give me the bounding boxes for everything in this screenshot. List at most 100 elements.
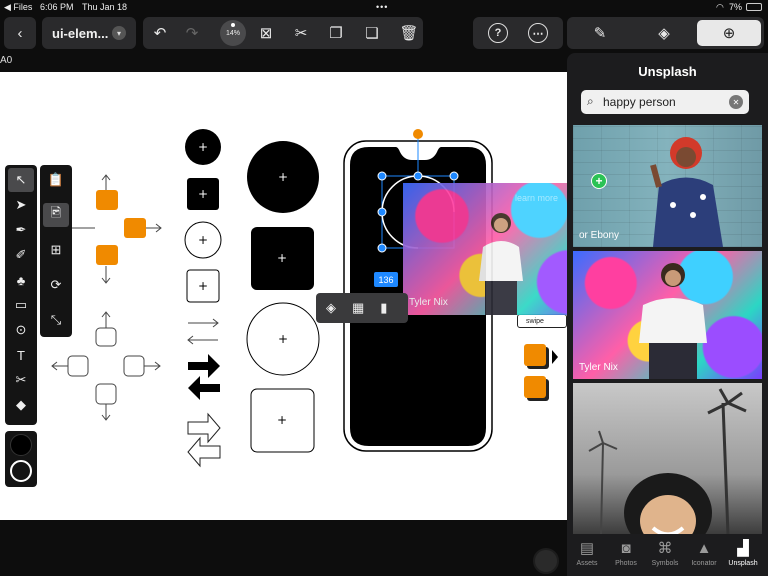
assets-icon: ▤ xyxy=(579,540,595,557)
pencil-tool-icon[interactable]: ✐ xyxy=(8,243,34,267)
dragged-photo-preview[interactable]: learn more Tyler Nix xyxy=(403,183,575,315)
more-button[interactable]: ⋯ xyxy=(523,17,553,49)
rectangle-tool-icon[interactable]: ▭ xyxy=(8,293,34,317)
artboard-label: A0 xyxy=(0,55,13,66)
document-menu[interactable]: ui-elem... ▾ xyxy=(42,17,136,49)
panel-bottom-tabs: ▤ Assets ◙ Photos ⌘ Symbols ▲ Iconator ▟… xyxy=(567,534,768,576)
svg-text:+: + xyxy=(277,251,287,265)
chevron-down-icon[interactable]: ▾ xyxy=(112,26,126,40)
transparency-icon[interactable]: ▦ xyxy=(352,300,364,316)
paste-image-icon[interactable]: 🖻 xyxy=(43,203,69,227)
result-photo-3[interactable] xyxy=(573,383,762,535)
tab-iconator[interactable]: ▲ Iconator xyxy=(685,538,723,574)
search-box: ⌕ ✕ xyxy=(581,90,749,114)
edit-toolbar: ↶ ↷ 14% ⊠ ✂ ❐ ❏ 🗑 xyxy=(143,17,423,49)
fill-color-swatch[interactable] xyxy=(10,434,32,456)
multitask-dots-icon[interactable]: ••• xyxy=(376,2,388,12)
person-figure-icon xyxy=(639,263,707,379)
black-arrow-right xyxy=(188,354,220,378)
camera-icon: ◙ xyxy=(621,540,631,557)
direct-select-tool-icon[interactable]: ➤ xyxy=(8,193,34,217)
photo-credit: Tyler Nix xyxy=(579,362,618,373)
back-button[interactable]: ‹ xyxy=(4,17,36,49)
svg-text:+: + xyxy=(277,413,287,427)
swap-arrows xyxy=(187,318,219,345)
unsplash-panel: Unsplash ⌕ ✕ or Ebony + Tyler Nix xyxy=(567,53,768,576)
copy-icon[interactable]: ❐ xyxy=(321,17,351,49)
tab-unsplash[interactable]: ▟ Unsplash xyxy=(724,538,762,574)
tab-symbols[interactable]: ⌘ Symbols xyxy=(646,538,684,574)
chevron-left-icon: ‹ xyxy=(17,24,23,42)
status-time: 6:06 PM xyxy=(40,2,74,12)
layers-tab-icon[interactable]: ◈ xyxy=(649,17,679,49)
status-date: Thu Jan 18 xyxy=(82,2,128,12)
home-button[interactable] xyxy=(533,548,559,574)
svg-text:+: + xyxy=(198,140,208,154)
help-button[interactable]: ? xyxy=(483,17,513,49)
unsplash-icon: ▟ xyxy=(737,540,749,557)
lasso-tool-icon[interactable]: ⊙ xyxy=(8,318,34,342)
svg-text:+: + xyxy=(198,187,208,201)
document-name: ui-elem... xyxy=(52,26,109,41)
result-photo-2[interactable]: Tyler Nix xyxy=(573,251,762,379)
smiling-woman-figure xyxy=(588,388,747,535)
select-tool-icon[interactable]: ↖ xyxy=(8,168,34,192)
top-toolbar: ‹ ui-elem... ▾ ↶ ↷ 14% ⊠ ✂ ❐ ❏ 🗑 ? ⋯ ✎ ◈… xyxy=(0,14,768,52)
tool-palette: ↖ ➤ ✒ ✐ ♣ ▭ ⊙ T ✂ ◆ xyxy=(5,165,37,425)
person-figure-icon xyxy=(479,213,523,315)
pen-tool-icon[interactable]: ✒ xyxy=(8,218,34,242)
help-more-group: ? ⋯ xyxy=(473,17,563,49)
resize-icon[interactable]: ⤡ xyxy=(43,308,69,332)
zoom-control[interactable]: 14% xyxy=(215,17,246,49)
small-shapes-column: + + + + xyxy=(184,129,222,303)
panel-title: Unsplash xyxy=(638,64,697,79)
image-transform-icon[interactable]: ⊞ xyxy=(43,238,69,262)
battery-percent: 7% xyxy=(729,2,743,12)
dimension-badge: 136 xyxy=(374,272,398,287)
text-tool-icon[interactable]: T xyxy=(8,343,34,367)
photo-credit: or Ebony xyxy=(579,230,620,241)
outline-arrow-right xyxy=(187,412,221,444)
select-box-icon[interactable]: ⊠ xyxy=(251,17,281,49)
right-panel-tabs: ✎ ◈ ⊕ xyxy=(567,17,764,49)
search-icon: ⌕ xyxy=(587,94,594,108)
add-tab-plus-icon[interactable]: ⊕ xyxy=(697,20,761,46)
clipboard-icon[interactable]: 📋 xyxy=(43,168,69,192)
undo-button[interactable]: ↶ xyxy=(145,17,175,49)
svg-text:+: + xyxy=(278,332,288,346)
battery-icon xyxy=(746,3,762,11)
paste-icon[interactable]: ❏ xyxy=(357,17,387,49)
rocket-icon: ▲ xyxy=(696,540,712,557)
layers-icon[interactable]: ◈ xyxy=(326,300,336,316)
status-bar: ◀ Files 6:06 PM Thu Jan 18 ••• ◠ 7% xyxy=(0,0,768,14)
tab-assets[interactable]: ▤ Assets xyxy=(568,538,606,574)
brush-tool-icon[interactable]: ♣ xyxy=(8,268,34,292)
stroke-color-swatch[interactable] xyxy=(10,460,32,482)
redo-button[interactable]: ↷ xyxy=(177,17,207,49)
more-dots-icon: ⋯ xyxy=(528,23,548,43)
photo-credit: Tyler Nix xyxy=(409,297,448,308)
wifi-icon: ◠ xyxy=(716,2,724,12)
style-tab-brush-icon[interactable]: ✎ xyxy=(585,17,615,49)
large-shapes-column: + + + + xyxy=(246,141,320,453)
design-canvas[interactable]: + + + + + + + + 136 swipe learn more Tyl… xyxy=(0,72,575,520)
svg-text:+: + xyxy=(198,279,208,293)
context-menu: ◈ ▦ ▮ xyxy=(316,293,408,323)
eraser-tool-icon[interactable]: ◆ xyxy=(8,393,34,417)
outline-arrow-left xyxy=(187,436,221,468)
back-to-files-link[interactable]: ◀ Files xyxy=(4,2,32,13)
color-swatches xyxy=(5,431,37,487)
scissors-tool-icon[interactable]: ✂ xyxy=(8,368,34,392)
svg-text:+: + xyxy=(278,170,288,184)
question-icon: ? xyxy=(488,23,508,43)
add-photo-plus-icon[interactable]: + xyxy=(591,173,607,189)
swipe-label: swipe xyxy=(526,317,544,325)
search-input[interactable] xyxy=(603,93,721,111)
tab-photos[interactable]: ◙ Photos xyxy=(607,538,645,574)
trash-icon[interactable]: 🗑 xyxy=(394,17,424,49)
rotate-icon[interactable]: ⟳ xyxy=(43,273,69,297)
swipe-chip: swipe xyxy=(517,314,567,328)
cut-icon[interactable]: ✂ xyxy=(286,17,316,49)
clear-search-icon[interactable]: ✕ xyxy=(729,95,743,109)
more-option-icon[interactable]: ▮ xyxy=(380,300,387,316)
